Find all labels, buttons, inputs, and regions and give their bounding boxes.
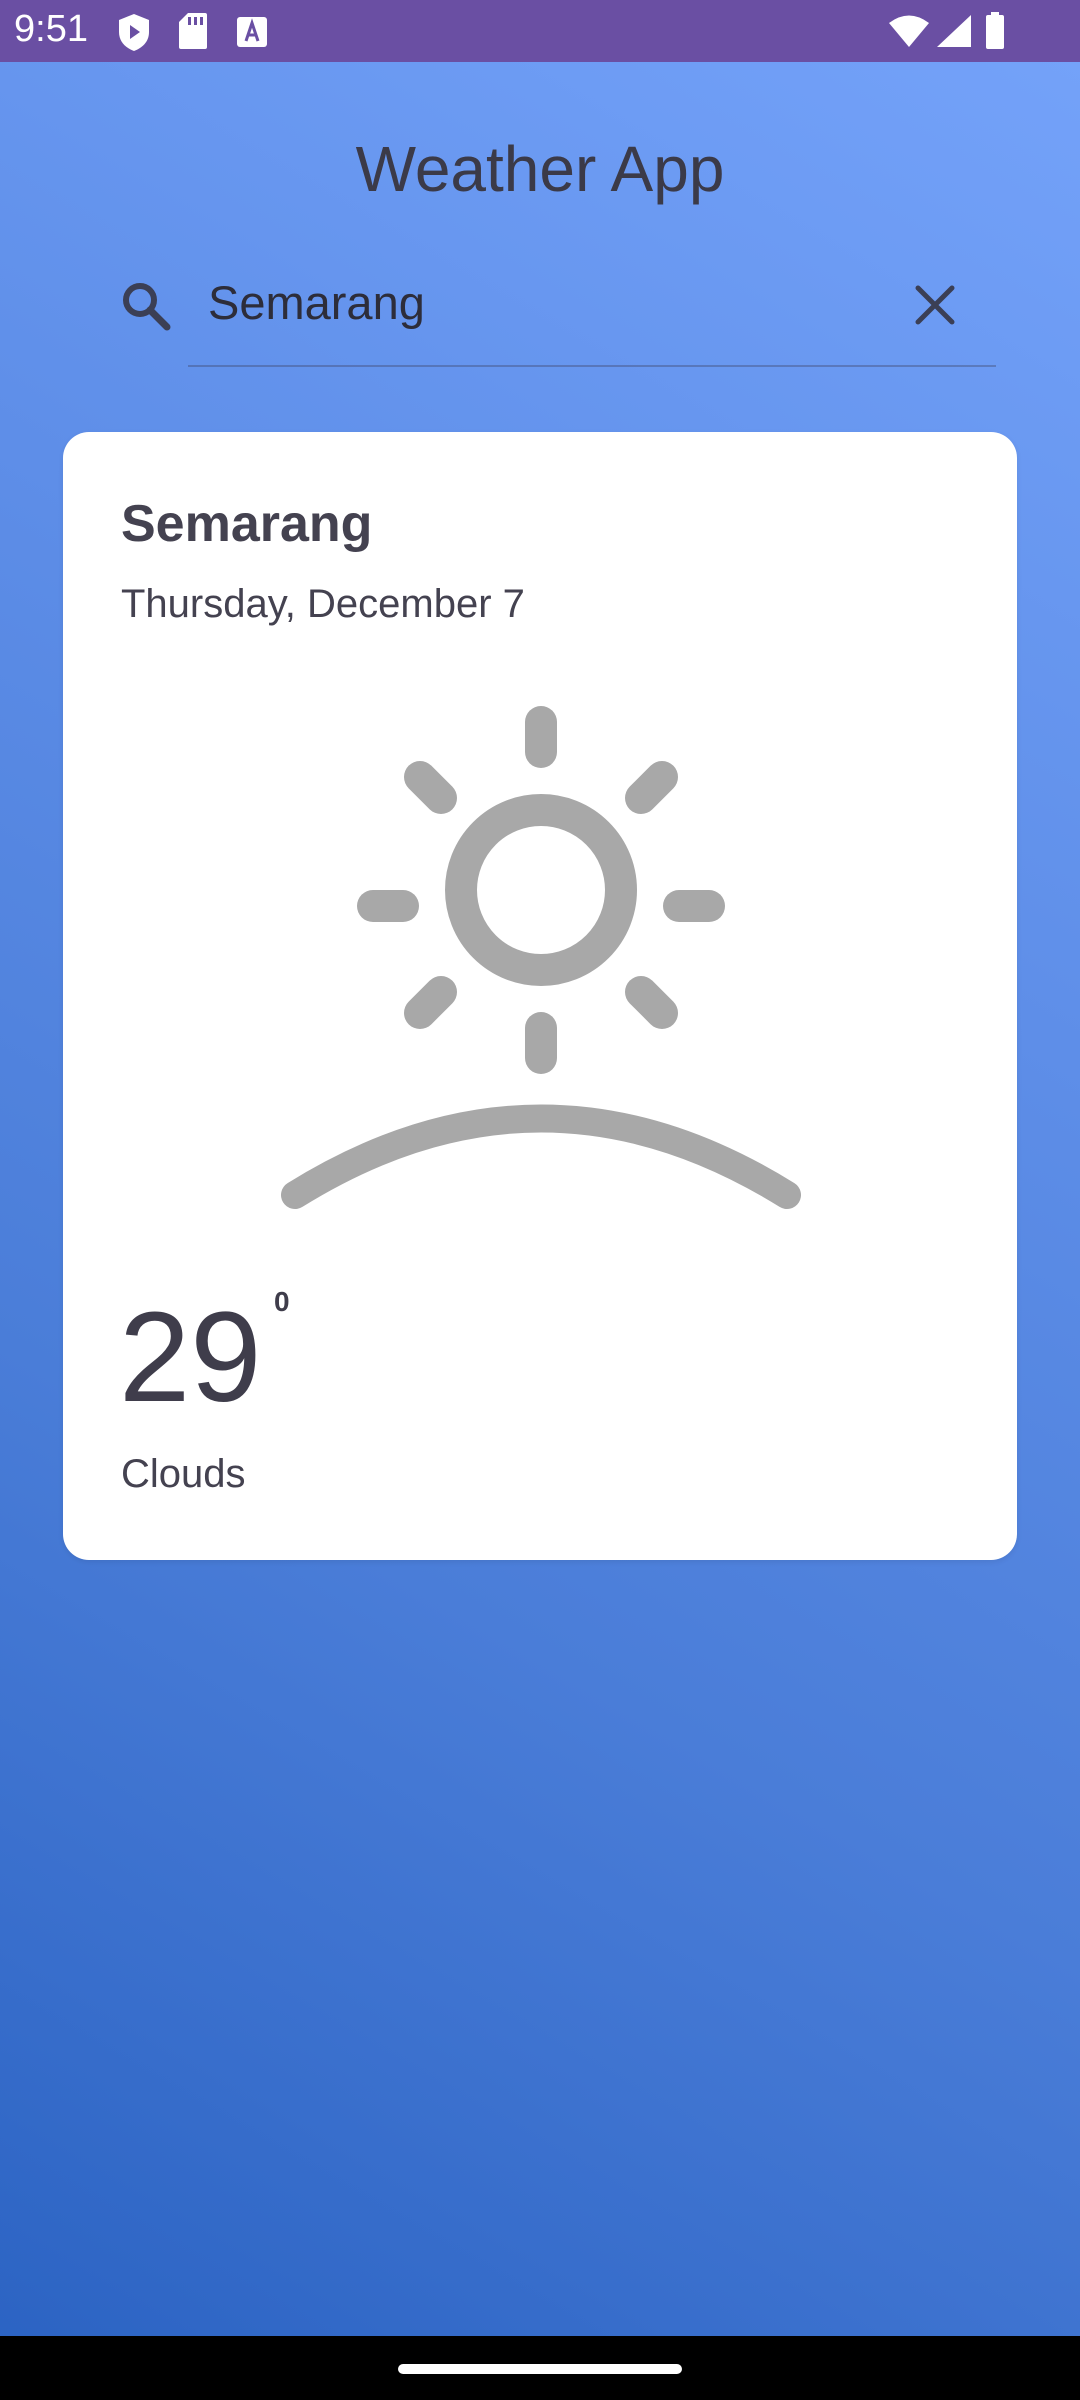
search-bar [120, 262, 1000, 367]
temperature-unit: 0 [274, 1286, 290, 1317]
navigation-bar [0, 2336, 1080, 2400]
search-underline [188, 365, 996, 367]
date-text: Thursday, December 7 [121, 582, 525, 626]
weather-card: Semarang Thursday, December 7 29 0 Cloud… [63, 432, 1017, 1560]
search-input[interactable] [188, 262, 908, 342]
city-name: Semarang [121, 495, 373, 553]
page-title: Weather App [355, 133, 725, 205]
sd-card-icon [178, 12, 208, 55]
search-icon [120, 280, 172, 337]
wifi-icon [888, 14, 930, 53]
sunrise-icon [263, 682, 823, 1267]
status-time: 9:51 [14, 8, 88, 50]
battery-icon [985, 12, 1005, 55]
shield-icon [116, 12, 152, 57]
home-gesture-handle[interactable] [398, 2364, 682, 2374]
status-bar: 9:51 [0, 0, 1080, 62]
signal-icon [936, 14, 972, 53]
font-a-icon [236, 16, 268, 53]
weather-condition: Clouds [121, 1452, 246, 1496]
temperature-value: 29 [119, 1286, 262, 1429]
close-icon[interactable] [910, 280, 960, 335]
